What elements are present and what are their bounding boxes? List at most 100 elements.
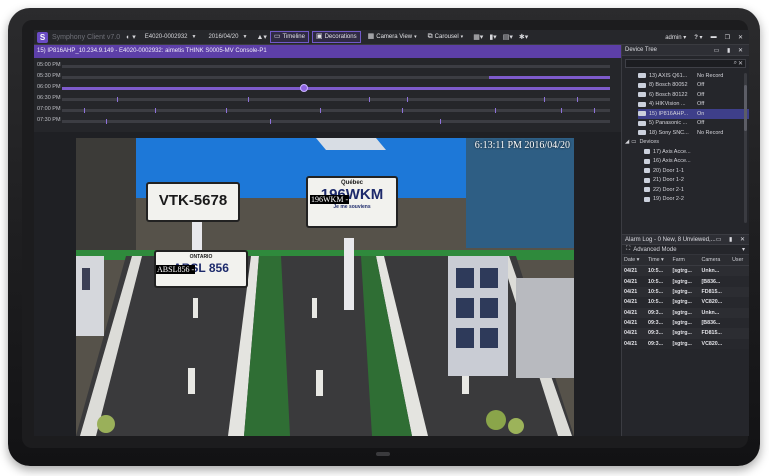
bookmark-icon[interactable]: ▮▾ xyxy=(489,33,496,41)
alarm-log-header[interactable]: Alarm Log - 0 New, 8 Unviewed,... ▭ ▮ ✕ xyxy=(622,234,749,245)
license-plate: VTK-5678 xyxy=(146,182,240,222)
timeline-row[interactable]: 06:00 PM xyxy=(34,83,621,93)
tree-item-device[interactable]: 19) Door 2-2 xyxy=(644,195,749,205)
device-tree: 13) AXIS Q61... No Record 8) Bosch 80052 O… xyxy=(622,71,749,234)
decorations-icon: ▣ xyxy=(315,33,323,40)
tree-item-camera[interactable]: 4) HIKVision ... Off xyxy=(638,100,749,110)
table-row[interactable]: 04/21 09:3... [sgtrg... FD815... xyxy=(622,328,749,339)
table-row[interactable]: 04/21 09:3... [sgtrg... Unkn... xyxy=(622,307,749,318)
timeline-track[interactable] xyxy=(62,97,610,102)
date-select[interactable]: 2016/04/20 ▼ xyxy=(205,32,250,42)
device-tree-scrollbar[interactable] xyxy=(744,73,747,223)
ocr-detection-label: ABSL856 - xyxy=(156,265,196,274)
table-row[interactable]: 04/21 10:5... [sgtrg... Unkn... xyxy=(622,265,749,277)
layout-icon[interactable]: ▦▾ xyxy=(473,33,483,41)
camera-title-bar[interactable]: 15) IP816AHP_10.234.9.149 - E4020-000293… xyxy=(34,45,621,58)
decorations-button-label: Decorations xyxy=(324,34,357,40)
timeline-track[interactable] xyxy=(62,65,610,68)
timeline-row[interactable]: 07:00 PM xyxy=(34,105,621,115)
tree-item-device[interactable]: 20) Door 1-1 xyxy=(644,166,749,176)
tree-item-camera[interactable]: 18) Sony SNC... No Record xyxy=(638,128,749,138)
tree-group-devices[interactable]: ◢ ▭ Devices xyxy=(622,138,749,148)
tree-item-camera[interactable]: 6) Bosch 80122 Off xyxy=(638,90,749,100)
decorations-button[interactable]: ▣ Decorations xyxy=(311,31,361,43)
user-menu[interactable]: admin ▾ xyxy=(657,34,686,41)
device-icon xyxy=(644,196,650,202)
panel-controls[interactable]: ▭ ▮ ✕ xyxy=(716,236,748,243)
device-tree-title: Device Tree xyxy=(625,47,658,53)
alarm-table-header: Date ▾ Time ▾ Farm Camera User xyxy=(622,255,749,266)
timeline-playhead[interactable] xyxy=(300,84,309,92)
collapse-icon[interactable]: ◢ xyxy=(625,139,629,145)
timeline-button[interactable]: ▭ Timeline xyxy=(269,31,309,43)
table-row[interactable]: 04/21 10:5... [sgtrg... FD815... xyxy=(622,286,749,298)
tree-item-camera[interactable]: 13) AXIS Q61... No Record xyxy=(638,71,749,81)
advanced-mode-toggle[interactable]: ⛶ Advanced Mode ▾ xyxy=(622,245,749,255)
server-select-value: E4020-0002932 xyxy=(144,34,188,40)
timeline-button-label: Timeline xyxy=(282,34,305,40)
license-plate-motto: Je me souviens xyxy=(333,204,371,210)
top-toolbar: S Symphony Client v7.0 ◐ ▾ E4020-0002932… xyxy=(34,30,749,45)
column-header-user[interactable]: User xyxy=(730,255,749,266)
chevron-down-icon: ▾ xyxy=(460,34,464,40)
carousel-button[interactable]: ⧉ Carousel ▾ xyxy=(424,31,468,43)
device-search-input[interactable]: ⌕ ✕ xyxy=(625,59,746,68)
clear-icon[interactable]: ✕ xyxy=(738,60,743,67)
close-icon[interactable]: ✕ xyxy=(738,34,743,41)
timeline-row[interactable]: 05:00 PM xyxy=(34,61,621,71)
user-name: admin xyxy=(665,34,682,41)
panel-controls[interactable]: ▭ ▮ ✕ xyxy=(714,47,746,54)
timeline-row[interactable]: 07:30 PM xyxy=(34,116,621,126)
table-row[interactable]: 04/21 10:5... [sgtrg... [B836... xyxy=(622,276,749,287)
table-row[interactable]: 04/21 10:5... [sgtrg... VC820... xyxy=(622,297,749,308)
timeline-time-label: 06:00 PM xyxy=(37,84,61,90)
restore-icon[interactable]: ❐ xyxy=(725,34,730,41)
tree-item-device[interactable]: 22) Door 2-1 xyxy=(644,185,749,195)
tree-item-camera-selected[interactable]: 15) IP816AHP... On xyxy=(638,109,749,119)
camera-title: 15) IP816AHP_10.234.9.149 - E4020-000293… xyxy=(37,48,267,54)
column-header-camera[interactable]: Camera xyxy=(699,255,731,266)
tree-item-camera[interactable]: 5) Panasonic ... Off xyxy=(638,119,749,129)
window-controls: admin ▾ ? ▾ ▬ ❐ ✕ xyxy=(649,34,749,41)
server-select[interactable]: E4020-0002932 ▼ xyxy=(142,32,200,42)
help-icon-glyph: ? xyxy=(694,34,698,41)
monitor-indicator xyxy=(376,452,390,456)
tree-item-device[interactable]: 17) Axis Acce... xyxy=(644,147,749,157)
timeline-row[interactable]: 06:30 PM xyxy=(34,94,621,104)
expand-icon: ⛶ xyxy=(626,246,631,252)
chevron-down-icon: ▼ xyxy=(242,34,248,40)
camera-icon xyxy=(638,130,646,136)
device-tree-header[interactable]: Device Tree ▭ ▮ ✕ xyxy=(622,45,749,56)
column-header-farm[interactable]: Farm xyxy=(670,255,700,266)
table-row[interactable]: 04/21 09:3... [sgtrg... [B836... xyxy=(622,317,749,329)
report-icon[interactable]: ▤▾ xyxy=(503,33,513,41)
timeline-track[interactable] xyxy=(62,76,610,79)
minimize-icon[interactable]: ▬ xyxy=(711,34,717,40)
timeline-time-label: 05:00 PM xyxy=(37,62,61,68)
bell-icon[interactable]: ▲▾ xyxy=(256,33,266,41)
video-viewport[interactable]: 6:13:11 PM 2016/04/20 VTK-5678 Québec 19… xyxy=(34,132,621,436)
camera-video-feed[interactable]: 6:13:11 PM 2016/04/20 VTK-5678 Québec 19… xyxy=(76,138,574,436)
tree-item-device[interactable]: 16) Axis Acce... xyxy=(644,157,749,167)
tree-item-device[interactable]: 21) Door 1-2 xyxy=(644,176,749,186)
camera-view-button[interactable]: ▦ Camera View ▾ xyxy=(364,31,421,43)
tree-group-label: Devices xyxy=(639,139,659,146)
folder-icon: ▭ xyxy=(631,139,637,146)
settings-icon[interactable]: ✱▾ xyxy=(519,33,528,41)
alarm-log-title: Alarm Log - 0 New, 8 Unviewed,... xyxy=(625,236,716,243)
date-select-value: 2016/04/20 xyxy=(208,34,239,40)
timeline-panel[interactable]: 05:00 PM 05:30 PM 06:00 PM 06:30 PM 07:0… xyxy=(34,58,621,132)
camera-icon xyxy=(638,73,646,79)
column-header-time[interactable]: Time ▾ xyxy=(646,255,671,266)
timeline-track[interactable] xyxy=(62,108,610,113)
help-icon[interactable]: ? ▾ xyxy=(694,34,702,41)
timeline-track[interactable] xyxy=(62,84,610,92)
column-header-date[interactable]: Date ▾ xyxy=(622,255,646,266)
brightness-icon[interactable]: ◐ ▾ xyxy=(126,33,136,41)
device-icon xyxy=(644,187,650,193)
timeline-track[interactable] xyxy=(62,119,610,124)
tree-item-camera[interactable]: 8) Bosch 80052 Off xyxy=(638,81,749,91)
search-icon: ⌕ xyxy=(733,60,737,66)
table-row[interactable]: 04/21 09:3... [sgtrg... VC820... xyxy=(622,338,749,349)
timeline-row[interactable]: 05:30 PM xyxy=(34,72,621,82)
